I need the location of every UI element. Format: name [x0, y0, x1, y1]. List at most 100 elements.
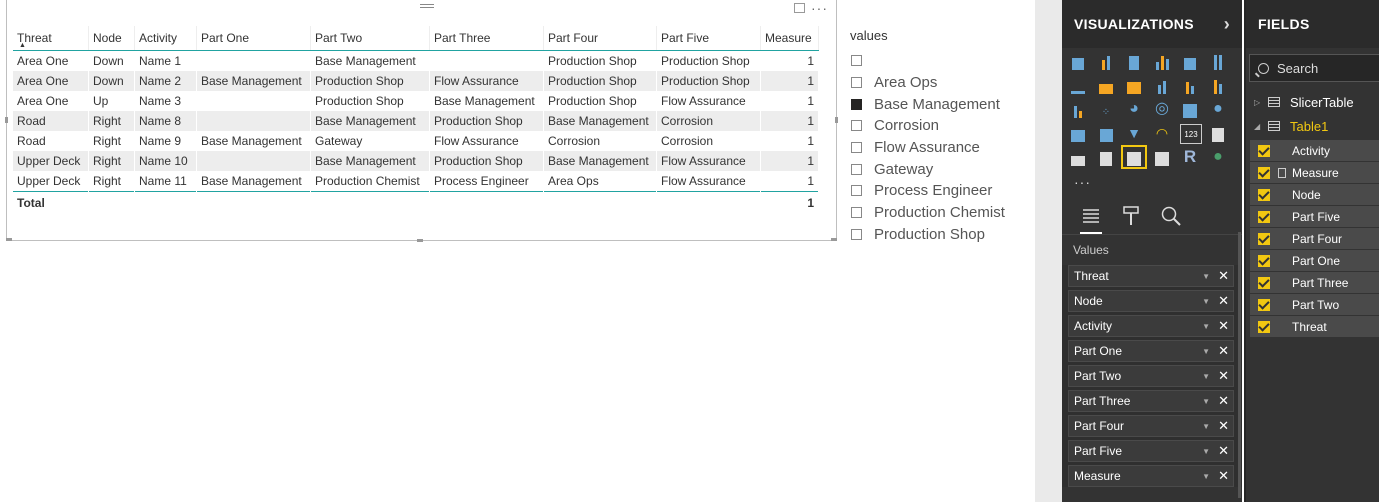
column-header-part-four[interactable]: Part Four [543, 26, 657, 51]
column-header-measure[interactable]: Measure [760, 26, 819, 51]
r-script-visual-icon[interactable]: R [1180, 147, 1200, 166]
dropdown-caret-icon[interactable]: ▼ [1202, 297, 1210, 306]
remove-field-icon[interactable]: ✕ [1218, 343, 1229, 359]
treemap-icon[interactable] [1180, 100, 1200, 118]
value-well-item[interactable]: Part Five ▼ ✕ [1068, 440, 1234, 462]
line-and-stacked-column-icon[interactable] [1180, 76, 1200, 94]
remove-field-icon[interactable]: ✕ [1218, 418, 1229, 434]
line-and-column-chart-icon[interactable] [1152, 76, 1172, 94]
slicer-checkbox[interactable] [851, 185, 862, 197]
funnel-icon[interactable]: ▼ [1124, 124, 1144, 142]
value-well-item[interactable]: Node ▼ ✕ [1068, 290, 1234, 312]
remove-field-icon[interactable]: ✕ [1218, 293, 1229, 309]
scatter-chart-icon[interactable]: ⁘ [1096, 100, 1116, 118]
map-icon[interactable]: ● [1208, 100, 1228, 118]
dropdown-caret-icon[interactable]: ▼ [1202, 322, 1210, 331]
field-item[interactable]: Part Four [1250, 228, 1379, 249]
table-row[interactable]: Upper Deck Right Name 10 Base Management Pro… [13, 151, 819, 171]
table-row[interactable]: Upper Deck Right Name 11 Base Management Pro… [13, 171, 819, 192]
100-percent-bar-chart-icon[interactable] [1180, 52, 1200, 70]
dropdown-caret-icon[interactable]: ▼ [1202, 422, 1210, 431]
column-header-part-two[interactable]: Part Two [310, 26, 430, 51]
table-row[interactable]: Road Right Name 8 Base Management Production… [13, 111, 819, 131]
value-well-item[interactable]: Measure ▼ ✕ [1068, 465, 1234, 487]
slicer-item[interactable]: Gateway [850, 158, 1030, 180]
slicer-item[interactable]: Production Shop [850, 224, 1030, 246]
pane-scrollbar[interactable] [1238, 232, 1241, 498]
table-node-table1[interactable]: ◢ Table1 [1246, 114, 1379, 138]
remove-field-icon[interactable]: ✕ [1218, 318, 1229, 334]
column-header-part-one[interactable]: Part One [196, 26, 311, 51]
table-visual[interactable]: ··· Threat ▲ Node Activity Part One Part … [5, 0, 838, 242]
slicer-checkbox[interactable] [851, 228, 862, 240]
slicer-checkbox[interactable] [851, 207, 862, 219]
slicer-item[interactable]: Area Ops [850, 72, 1030, 94]
column-header-part-three[interactable]: Part Three [429, 26, 544, 51]
fields-tab-icon[interactable] [1080, 204, 1102, 234]
field-item[interactable]: Part Three [1250, 272, 1379, 293]
slicer-item[interactable]: Flow Assurance [850, 137, 1030, 159]
gauge-icon[interactable]: ◠ [1152, 124, 1172, 142]
stacked-area-chart-icon[interactable] [1124, 76, 1144, 94]
value-well-item[interactable]: Threat ▼ ✕ [1068, 265, 1234, 287]
field-checkbox[interactable] [1258, 166, 1270, 179]
remove-field-icon[interactable]: ✕ [1218, 268, 1229, 284]
slicer-checkbox[interactable] [851, 163, 862, 175]
slicer-item[interactable]: Process Engineer [850, 180, 1030, 202]
resize-handle-bottom[interactable] [417, 239, 423, 242]
slicer-checkbox[interactable] [851, 55, 862, 67]
field-checkbox[interactable] [1258, 320, 1270, 333]
dropdown-caret-icon[interactable]: ▼ [1202, 447, 1210, 456]
value-well-item[interactable]: Activity ▼ ✕ [1068, 315, 1234, 337]
drag-grip-icon[interactable] [420, 2, 434, 10]
100-percent-column-chart-icon[interactable] [1208, 52, 1228, 70]
more-options-icon[interactable]: ··· [811, 0, 828, 16]
slicer-item[interactable]: Base Management [850, 93, 1030, 115]
arcgis-map-icon[interactable]: ● [1208, 148, 1228, 166]
donut-chart-icon[interactable]: ◎ [1152, 100, 1172, 118]
multi-row-card-icon[interactable] [1208, 124, 1228, 142]
slicer-checkbox[interactable] [851, 77, 862, 89]
dropdown-caret-icon[interactable]: ▼ [1202, 272, 1210, 281]
remove-field-icon[interactable]: ✕ [1218, 443, 1229, 459]
dropdown-caret-icon[interactable]: ▼ [1202, 347, 1210, 356]
field-item[interactable]: Node [1250, 184, 1379, 205]
line-chart-icon[interactable] [1068, 76, 1088, 94]
ribbon-chart-icon[interactable] [1208, 76, 1228, 94]
table-icon[interactable] [1121, 145, 1147, 169]
value-well-item[interactable]: Part Two ▼ ✕ [1068, 365, 1234, 387]
table-node-slicertable[interactable]: ▷ SlicerTable [1246, 90, 1379, 114]
value-well-item[interactable]: Part One ▼ ✕ [1068, 340, 1234, 362]
focus-mode-icon[interactable] [794, 3, 805, 13]
area-chart-icon[interactable] [1096, 76, 1116, 94]
field-item[interactable]: Threat [1250, 316, 1379, 337]
column-header-part-five[interactable]: Part Five [656, 26, 761, 51]
field-item[interactable]: Measure [1250, 162, 1379, 183]
stacked-column-chart-icon[interactable] [1096, 52, 1116, 70]
table-row[interactable]: Road Right Name 9 Base Management Gateway Flo… [13, 131, 819, 151]
remove-field-icon[interactable]: ✕ [1218, 368, 1229, 384]
resize-handle-bottom-right[interactable] [831, 238, 837, 241]
dropdown-caret-icon[interactable]: ▼ [1202, 397, 1210, 406]
resize-handle-right[interactable] [835, 117, 838, 123]
field-checkbox[interactable] [1258, 232, 1270, 245]
field-checkbox[interactable] [1258, 298, 1270, 311]
fields-search-input[interactable]: Search [1249, 54, 1379, 82]
clustered-column-chart-icon[interactable] [1152, 52, 1172, 70]
remove-field-icon[interactable]: ✕ [1218, 393, 1229, 409]
field-checkbox[interactable] [1258, 210, 1270, 223]
field-item[interactable]: Part One [1250, 250, 1379, 271]
column-header-activity[interactable]: Activity [134, 26, 197, 51]
remove-field-icon[interactable]: ✕ [1218, 468, 1229, 484]
kpi-icon[interactable] [1068, 148, 1088, 166]
clustered-bar-chart-icon[interactable] [1124, 52, 1144, 70]
slicer-item[interactable]: Corrosion [850, 115, 1030, 137]
table-row[interactable]: Area One Down Name 1 Base Management Product… [13, 50, 819, 71]
pie-chart-icon[interactable]: ◕ [1124, 100, 1144, 118]
field-checkbox[interactable] [1258, 254, 1270, 267]
slicer-checkbox[interactable] [851, 142, 862, 154]
collapse-chevron-icon[interactable]: › [1224, 14, 1230, 35]
field-checkbox[interactable] [1258, 144, 1270, 157]
resize-handle-bottom-left[interactable] [6, 238, 12, 241]
dropdown-caret-icon[interactable]: ▼ [1202, 372, 1210, 381]
